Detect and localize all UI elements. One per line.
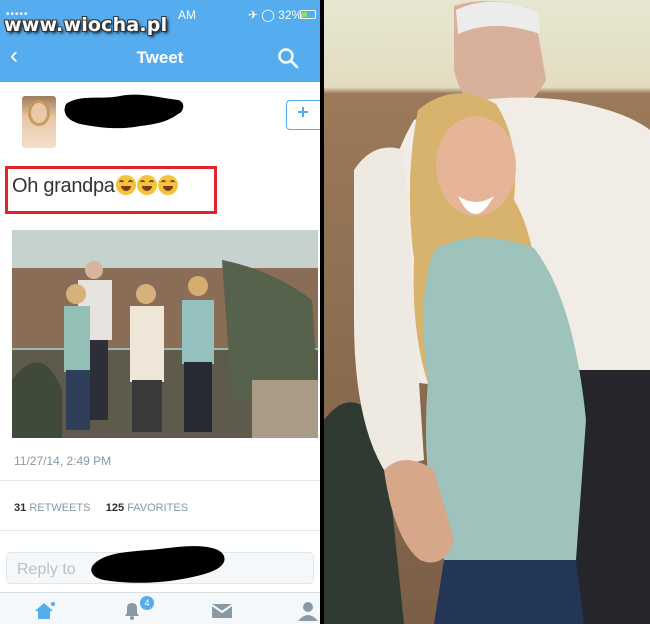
home-icon[interactable] (32, 599, 56, 623)
laughing-emoji-icon (115, 175, 136, 195)
battery-icon (300, 10, 316, 19)
watermark: www.wiocha.pl (4, 14, 168, 36)
follow-button[interactable] (286, 100, 320, 130)
divider (0, 480, 320, 481)
divider (0, 530, 320, 531)
favorites-stat[interactable]: 125 FAVORITES (106, 502, 188, 514)
profile-icon[interactable] (296, 599, 320, 623)
tweet-timestamp: 11/27/14, 2:49 PM (14, 454, 112, 468)
battery-percent: ✈︎ ◯ 32% (248, 8, 303, 22)
status-time: AM (178, 8, 196, 22)
tweet-text: Oh grandpa (12, 175, 178, 198)
laughing-emoji-icon (136, 175, 157, 195)
tab-bar (0, 592, 320, 624)
avatar[interactable] (22, 96, 56, 148)
reply-placeholder: Reply to (17, 561, 76, 578)
tweet-stats: 31 RETWEETS 125 FAVORITES (14, 502, 188, 514)
tweet-screenshot: ••••• AM ✈︎ ◯ 32% www.wiocha.pl ‹ Tweet … (0, 0, 320, 624)
search-icon[interactable] (276, 46, 300, 70)
add-user-icon (298, 107, 308, 117)
nav-bar: ‹ Tweet (0, 30, 320, 82)
retweets-stat[interactable]: 31 RETWEETS (14, 502, 90, 514)
zoomed-photo (324, 0, 650, 624)
nav-title: Tweet (136, 48, 184, 67)
tweet-photo[interactable] (12, 230, 318, 438)
messages-icon[interactable] (210, 599, 234, 623)
redacted-username (64, 94, 184, 129)
notification-badge: 4 (140, 596, 154, 610)
redacted-reply-target (91, 546, 225, 583)
laughing-emoji-icon (157, 175, 178, 195)
